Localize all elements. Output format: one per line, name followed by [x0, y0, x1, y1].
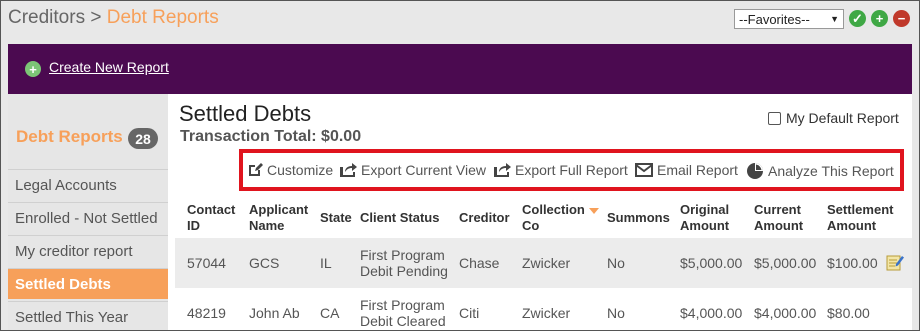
customize-button[interactable]: Customize: [247, 162, 333, 178]
cell-collection-co: Zwicker: [522, 255, 571, 271]
cell-state: IL: [320, 255, 332, 271]
table-row[interactable]: 57044 GCS IL First Program Debit Pending …: [175, 238, 912, 288]
cell-original-amount: $5,000.00: [680, 255, 743, 271]
action-banner: + Create New Report: [8, 44, 912, 94]
cell-contact-id: 48219: [187, 305, 226, 321]
cell-summons: No: [607, 305, 625, 321]
sidebar-item-enrolled-not-settled[interactable]: Enrolled - Not Settled: [8, 202, 168, 233]
cell-original-amount: $4,000.00: [680, 305, 743, 321]
column-header-creditor[interactable]: Creditor: [459, 210, 510, 226]
sort-desc-icon: [588, 207, 599, 214]
transaction-total: Transaction Total: $0.00: [180, 128, 362, 145]
column-header-summons[interactable]: Summons: [607, 210, 670, 226]
cell-summons: No: [607, 255, 625, 271]
default-report-toggle[interactable]: My Default Report: [768, 110, 899, 126]
plus-circle-icon: +: [25, 61, 41, 77]
cell-state: CA: [320, 305, 340, 321]
cell-creditor: Citi: [459, 305, 480, 321]
column-header-applicant-name[interactable]: Applicant Name: [249, 202, 308, 234]
cell-client-status: First Program Debit Cleared: [360, 297, 446, 329]
sidebar-heading: Debt Reports: [16, 127, 123, 146]
report-count-badge: 28: [128, 128, 158, 149]
default-report-checkbox[interactable]: [768, 111, 781, 125]
column-header-current-amount[interactable]: Current Amount: [754, 202, 803, 234]
breadcrumb: Creditors > Debt Reports: [8, 7, 219, 29]
default-report-label: My Default Report: [786, 110, 899, 126]
cell-client-status: First Program Debit Pending: [360, 247, 448, 279]
top-bar: Creditors > Debt Reports --Favorites-- ▼…: [1, 1, 919, 39]
add-favorite-icon[interactable]: +: [871, 10, 888, 27]
app-window: Creditors > Debt Reports --Favorites-- ▼…: [0, 0, 920, 331]
report-toolbar: Customize Export Current View Export Ful…: [239, 149, 904, 191]
column-header-settlement-amount[interactable]: Settlement Amount: [827, 202, 893, 234]
cell-current-amount: $4,000.00: [754, 305, 817, 321]
breadcrumb-root[interactable]: Creditors: [8, 7, 85, 28]
export-icon: [494, 163, 511, 177]
pie-chart-icon: [747, 163, 763, 179]
analyze-report-label: Analyze This Report: [768, 163, 894, 179]
column-header-collection-co[interactable]: Collection Co: [522, 202, 599, 234]
report-panel: Settled Debts Transaction Total: $0.00 M…: [168, 94, 912, 330]
edit-icon: [249, 163, 263, 176]
export-icon: [340, 163, 357, 177]
cell-applicant-name: GCS: [249, 255, 280, 271]
cell-settlement-amount: $100.00: [827, 255, 878, 271]
report-title: Settled Debts: [179, 101, 312, 126]
customize-label: Customize: [267, 162, 334, 178]
analyze-report-button[interactable]: Analyze This Report: [746, 162, 894, 180]
create-new-report-link[interactable]: Create New Report: [49, 59, 169, 75]
cell-settlement-amount: $80.00: [827, 305, 870, 321]
cell-applicant-name: John Ab: [249, 305, 300, 321]
check-icon[interactable]: ✓: [849, 10, 866, 27]
sidebar-item-settled-this-year[interactable]: Settled This Year: [8, 301, 168, 330]
cell-current-amount: $5,000.00: [754, 255, 817, 271]
sidebar-item-my-creditor-report[interactable]: My creditor report: [8, 235, 168, 266]
table-header: Contact ID Applicant Name State Client Sta…: [175, 194, 912, 239]
email-report-button[interactable]: Email Report: [635, 162, 738, 178]
chevron-down-icon: ▼: [830, 14, 839, 24]
sidebar: Debt Reports 28 Legal Accounts Enrolled …: [8, 94, 168, 330]
export-full-report-label: Export Full Report: [515, 162, 628, 178]
export-current-view-button[interactable]: Export Current View: [339, 162, 486, 178]
cell-creditor: Chase: [459, 255, 500, 271]
column-header-original-amount[interactable]: Original Amount: [680, 202, 729, 234]
remove-favorite-icon[interactable]: −: [893, 10, 910, 27]
envelope-icon: [635, 163, 653, 177]
favorites-select[interactable]: --Favorites-- ▼: [734, 9, 844, 29]
cell-contact-id: 57044: [187, 255, 226, 271]
cell-collection-co: Zwicker: [522, 305, 571, 321]
breadcrumb-separator: >: [90, 7, 102, 28]
sidebar-item-settled-debts[interactable]: Settled Debts: [8, 268, 168, 299]
breadcrumb-current: Debt Reports: [106, 7, 219, 28]
column-header-contact-id[interactable]: Contact ID: [187, 202, 235, 234]
export-current-view-label: Export Current View: [361, 162, 487, 178]
edit-note-icon[interactable]: [886, 253, 904, 271]
email-report-label: Email Report: [657, 162, 738, 178]
export-full-report-button[interactable]: Export Full Report: [493, 162, 628, 178]
column-header-client-status[interactable]: Client Status: [360, 210, 439, 226]
sidebar-item-legal-accounts[interactable]: Legal Accounts: [8, 169, 168, 200]
table-row[interactable]: 48219 John Ab CA First Program Debit Clea…: [175, 288, 912, 330]
favorites-value: --Favorites--: [739, 11, 810, 27]
column-header-state[interactable]: State: [320, 210, 352, 226]
